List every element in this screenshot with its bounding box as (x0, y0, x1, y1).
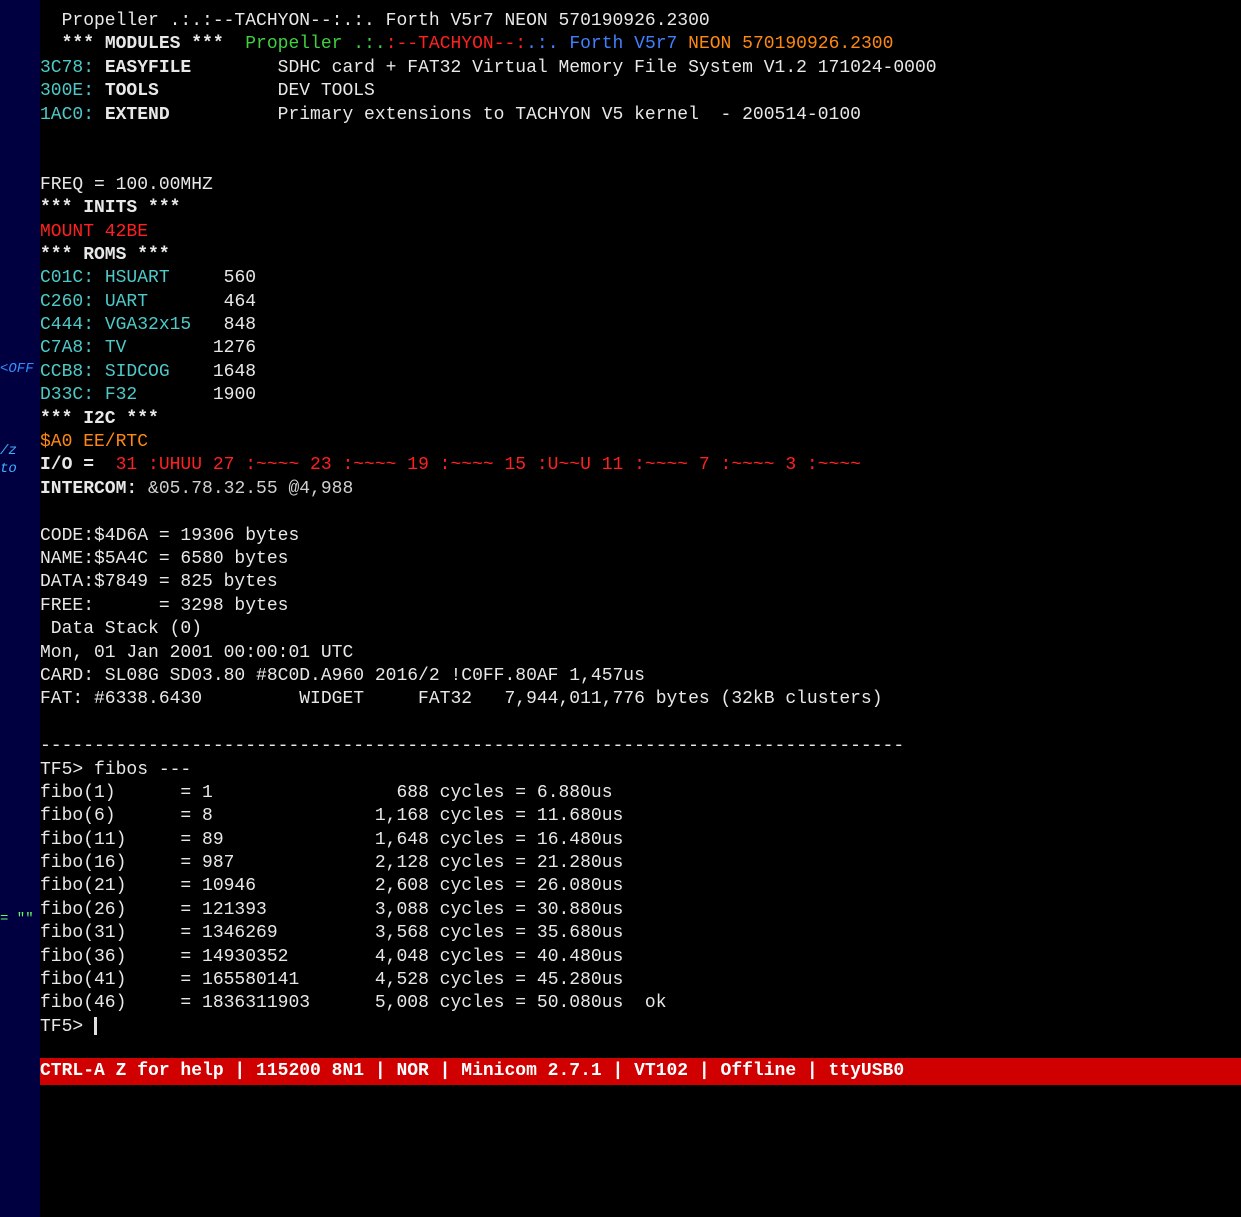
rom-sidcog: CCB8: SIDCOG 1648 (40, 361, 1241, 384)
mount-line: MOUNT 42BE (40, 221, 1241, 244)
roms-label: *** ROMS *** (40, 244, 1241, 267)
status-bar: CTRL-A Z for help | 115200 8N1 | NOR | M… (40, 1058, 1241, 1085)
fibo-row: fibo(26) = 121393 3,088 cycles = 30.880u… (40, 899, 1241, 922)
fibo-row: fibo(1) = 1 688 cycles = 6.880us (40, 782, 1241, 805)
date-line: Mon, 01 Jan 2001 00:00:01 UTC (40, 642, 1241, 665)
i2c-device: $A0 EE/RTC (40, 431, 1241, 454)
fibo-row: fibo(36) = 14930352 4,048 cycles = 40.48… (40, 946, 1241, 969)
module-tools: 300E: TOOLS DEV TOOLS (40, 80, 1241, 103)
rom-tv: C7A8: TV 1276 (40, 337, 1241, 360)
fat-line: FAT: #6338.6430 WIDGET FAT32 7,944,011,7… (40, 688, 1241, 711)
intercom-line: INTERCOM: &05.78.32.55 @4,988 (40, 478, 1241, 501)
fibo-row: fibo(21) = 10946 2,608 cycles = 26.080us (40, 875, 1241, 898)
fibo-row: fibo(41) = 165580141 4,528 cycles = 45.2… (40, 969, 1241, 992)
rom-f32: D33C: F32 1900 (40, 384, 1241, 407)
fibo-row: fibo(6) = 8 1,168 cycles = 11.680us (40, 805, 1241, 828)
cursor (94, 1017, 97, 1035)
fibo-row: fibo(16) = 987 2,128 cycles = 21.280us (40, 852, 1241, 875)
fibo-row: fibo(11) = 89 1,648 cycles = 16.480us (40, 829, 1241, 852)
module-extend: 1AC0: EXTEND Primary extensions to TACHY… (40, 104, 1241, 127)
modules-header: *** MODULES *** Propeller .:.:--TACHYON-… (40, 33, 1241, 56)
prompt-fibos: TF5> fibos --- (40, 759, 1241, 782)
module-easyfile: 3C78: EASYFILE SDHC card + FAT32 Virtual… (40, 57, 1241, 80)
mem-code: CODE:$4D6A = 19306 bytes (40, 525, 1241, 548)
io-line: I/O = 31 :UHUU 27 :~~~~ 23 :~~~~ 19 :~~~… (40, 454, 1241, 477)
separator: ----------------------------------------… (40, 735, 1241, 758)
rom-vga: C444: VGA32x15 848 (40, 314, 1241, 337)
mem-free: FREE: = 3298 bytes (40, 595, 1241, 618)
mem-data: DATA:$7849 = 825 bytes (40, 571, 1241, 594)
fibo-row: fibo(46) = 1836311903 5,008 cycles = 50.… (40, 992, 1241, 1015)
rom-hsuart: C01C: HSUART 560 (40, 267, 1241, 290)
margin-tz: /z to (0, 442, 40, 478)
mem-name: NAME:$5A4C = 6580 bytes (40, 548, 1241, 571)
stack-line: Data Stack (0) (40, 618, 1241, 641)
inits-label: *** INITS *** (40, 197, 1241, 220)
card-line: CARD: SL08G SD03.80 #8C0D.A960 2016/2 !C… (40, 665, 1241, 688)
i2c-label: *** I2C *** (40, 408, 1241, 431)
prompt-current[interactable]: TF5> (40, 1016, 1241, 1039)
terminal-output[interactable]: Propeller .:.:--TACHYON--:.:. Forth V5r7… (0, 0, 1241, 1039)
margin-eq: = "" (0, 910, 34, 928)
left-sidebar: <OFF /z to = "" (0, 0, 40, 1217)
margin-off: <OFF (0, 360, 34, 378)
rom-uart: C260: UART 464 (40, 291, 1241, 314)
header-line: Propeller .:.:--TACHYON--:.:. Forth V5r7… (40, 10, 1241, 33)
freq-line: FREQ = 100.00MHZ (40, 174, 1241, 197)
fibo-row: fibo(31) = 1346269 3,568 cycles = 35.680… (40, 922, 1241, 945)
